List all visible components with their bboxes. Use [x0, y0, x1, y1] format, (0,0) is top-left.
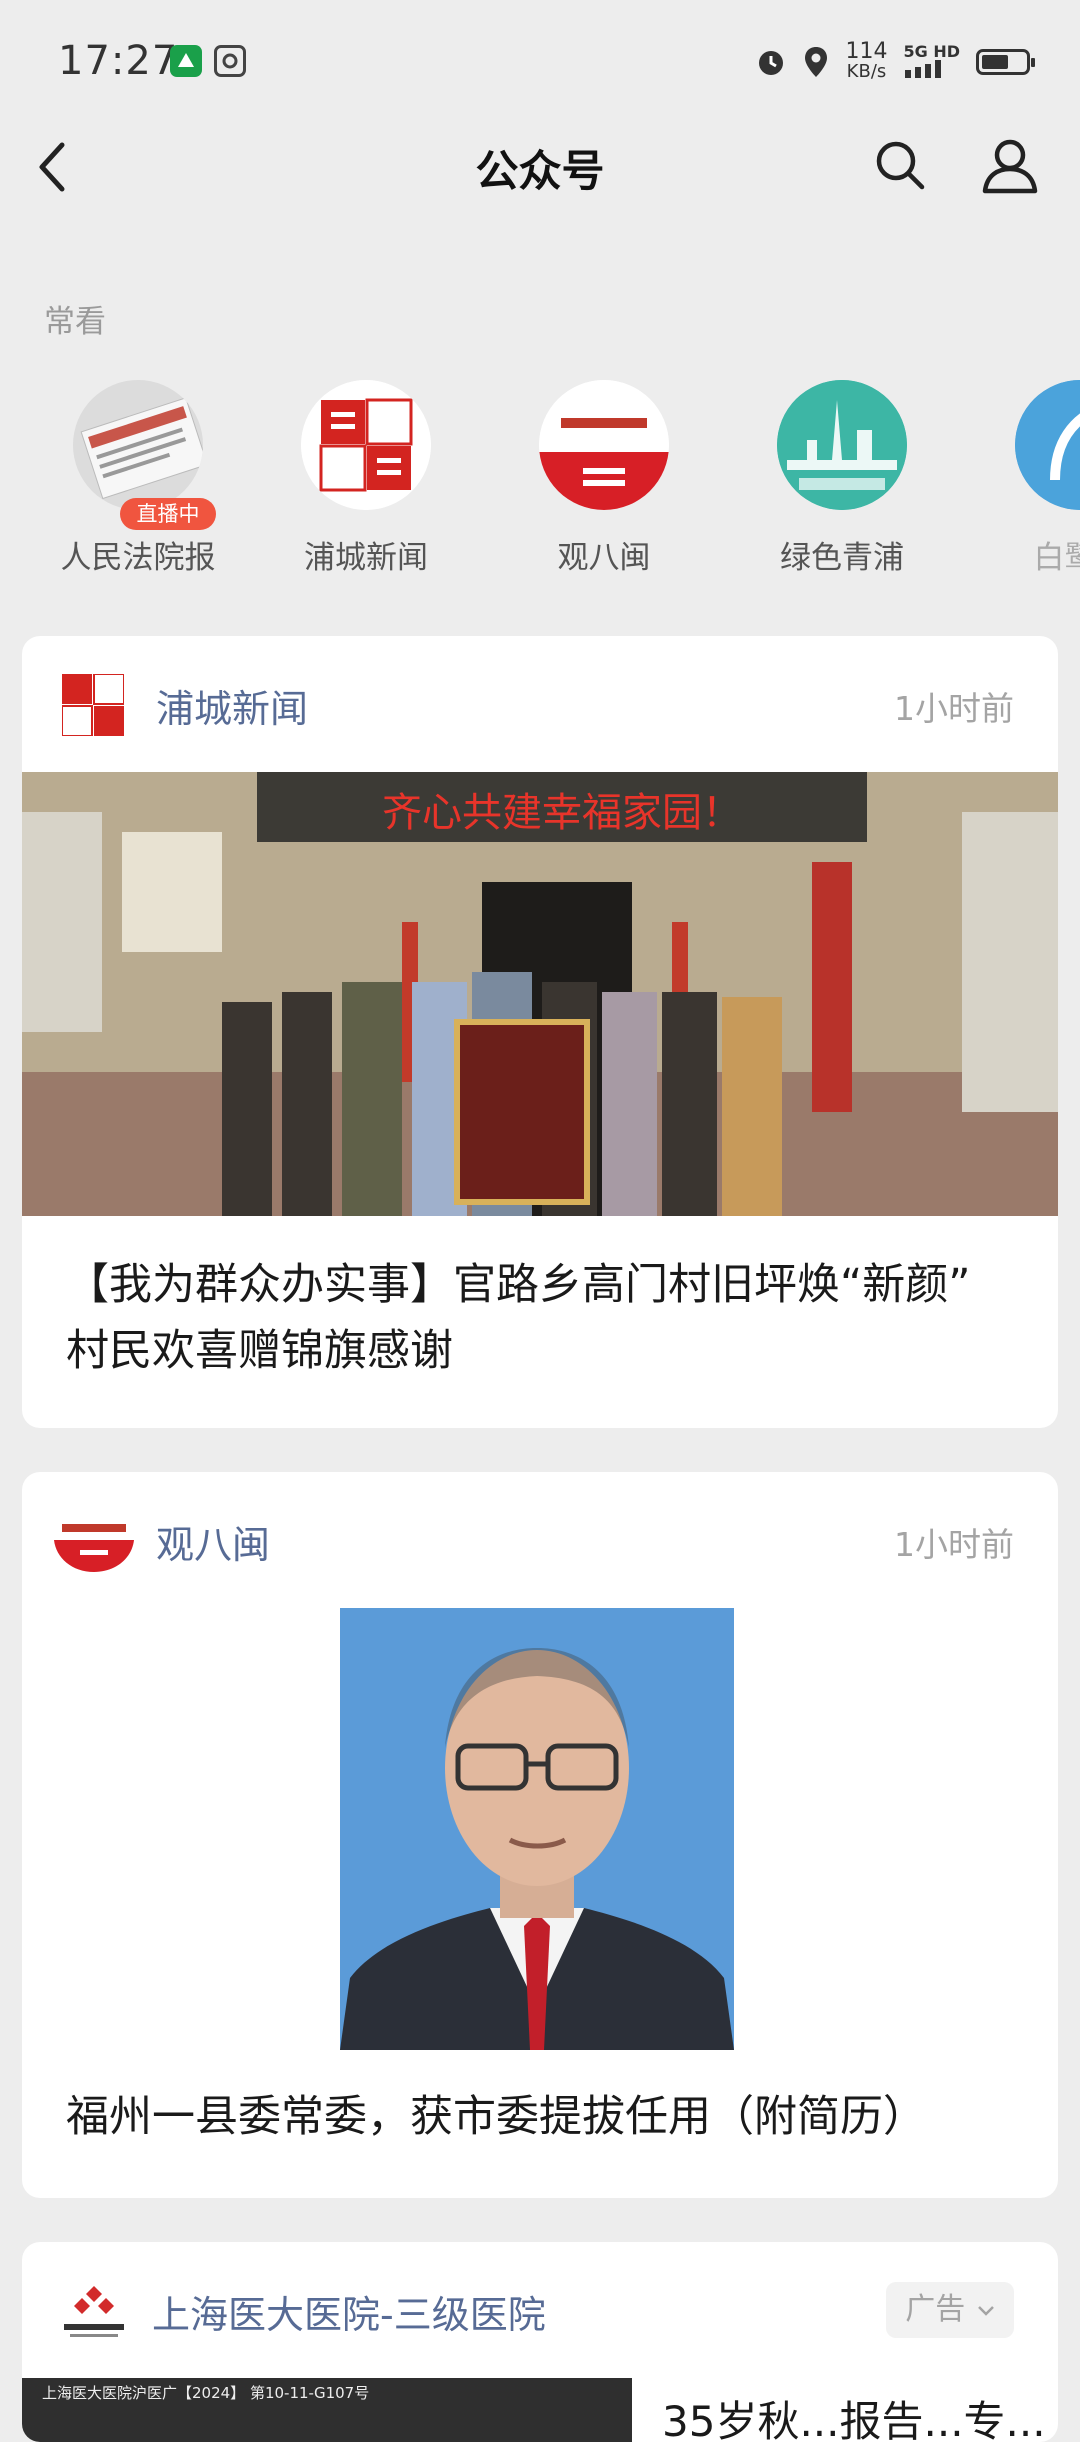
speed-unit: KB/s [846, 61, 887, 82]
user-icon[interactable] [980, 135, 1040, 195]
alarm-icon [759, 51, 784, 75]
search-icon[interactable] [872, 137, 928, 193]
often-item-name: 白鹭洲 [1033, 540, 1080, 576]
ad-label[interactable]: 广告 [886, 2282, 1014, 2338]
battery-icon [976, 49, 1035, 75]
article-photo[interactable]: 齐心共建幸福家园！ [22, 772, 1058, 1216]
account-avatar [539, 380, 669, 510]
account-avatar [301, 380, 431, 510]
often-item-renmin-fayuan[interactable]: 直播中 人民法院报 [38, 380, 238, 577]
account-avatar [73, 380, 203, 510]
green-app-icon [170, 45, 202, 77]
ad-image-caption: 上海医大医院沪医广【2024】 第10-11-G107号 [42, 2384, 370, 2402]
account-avatar [1015, 380, 1080, 510]
often-viewed-row: 直播中 人民法院报 浦城新闻 观八闽 绿色青浦 白 [0, 380, 1080, 590]
often-item-name: 人民法院报 [60, 540, 216, 576]
speed-value: 114 [845, 39, 888, 64]
often-item-name: 绿色青浦 [780, 540, 904, 576]
status-bar: 17:27 114 KB/s 5G HD [0, 0, 1080, 125]
article-title[interactable]: 福州一县委常委，获市委提拔任用（附简历） [66, 2084, 1016, 2150]
ad-image[interactable]: 上海医大医院沪医广【2024】 第10-11-G107号 [22, 2378, 632, 2442]
often-viewed-label: 常看 [44, 304, 106, 340]
card-header: 观八闽 1小时前 [22, 1472, 1058, 1608]
account-name[interactable]: 上海医大医院-三级医院 [152, 2284, 546, 2339]
ad-card[interactable]: 上海医大医院-三级医院 广告 上海医大医院沪医广【2024】 第10-11-G1… [22, 2242, 1058, 2442]
network-type: 5G HD [903, 41, 960, 81]
post-time: 1小时前 [894, 1525, 1014, 1564]
article-card[interactable]: 观八闽 1小时前 福州一县委常委，获市委提拔任用（附简历） [22, 1472, 1058, 2198]
network-speed: 114 KB/s [845, 39, 888, 82]
nav-bar: 公众号 [0, 125, 1080, 210]
status-time: 17:27 [58, 38, 179, 84]
often-item-lvse-qingpu[interactable]: 绿色青浦 [742, 380, 942, 577]
hospital-logo[interactable] [58, 2280, 130, 2342]
ad-label-text: 广告 [905, 2292, 966, 2327]
article-card[interactable]: 浦城新闻 1小时前 齐心共建幸福家园！ 【我为群众办实事】官路乡高门村旧坪焕“新… [22, 636, 1058, 1428]
account-logo[interactable] [62, 674, 124, 736]
signal-icon [905, 59, 942, 78]
live-badge: 直播中 [120, 498, 216, 530]
often-item-name: 观八闽 [557, 540, 651, 576]
often-item-name: 浦城新闻 [304, 540, 428, 576]
location-icon [805, 47, 828, 77]
camera-app-icon [214, 45, 246, 77]
account-name[interactable]: 浦城新闻 [156, 678, 308, 733]
ad-title[interactable]: 35岁秋...报告...专... [662, 2388, 1046, 2442]
chevron-down-icon [977, 2305, 994, 2316]
photo-banner-text: 齐心共建幸福家园！ [382, 790, 742, 836]
account-avatar [777, 380, 907, 510]
post-time: 1小时前 [894, 689, 1014, 728]
account-name[interactable]: 观八闽 [156, 1514, 270, 1569]
card-header: 浦城新闻 1小时前 [22, 636, 1058, 772]
often-item-pucheng[interactable]: 浦城新闻 [266, 380, 466, 577]
account-logo[interactable] [54, 1510, 134, 1572]
article-photo[interactable] [340, 1608, 734, 2050]
article-title[interactable]: 【我为群众办实事】官路乡高门村旧坪焕“新颜” 村民欢喜赠锦旗感谢 [66, 1252, 1016, 1384]
often-item-bailuzhou[interactable]: 白鹭洲 [980, 380, 1080, 577]
network-label: 5G HD [903, 41, 960, 61]
card-header: 上海医大医院-三级医院 广告 [22, 2242, 1058, 2378]
often-item-guanbamin[interactable]: 观八闽 [504, 380, 704, 577]
